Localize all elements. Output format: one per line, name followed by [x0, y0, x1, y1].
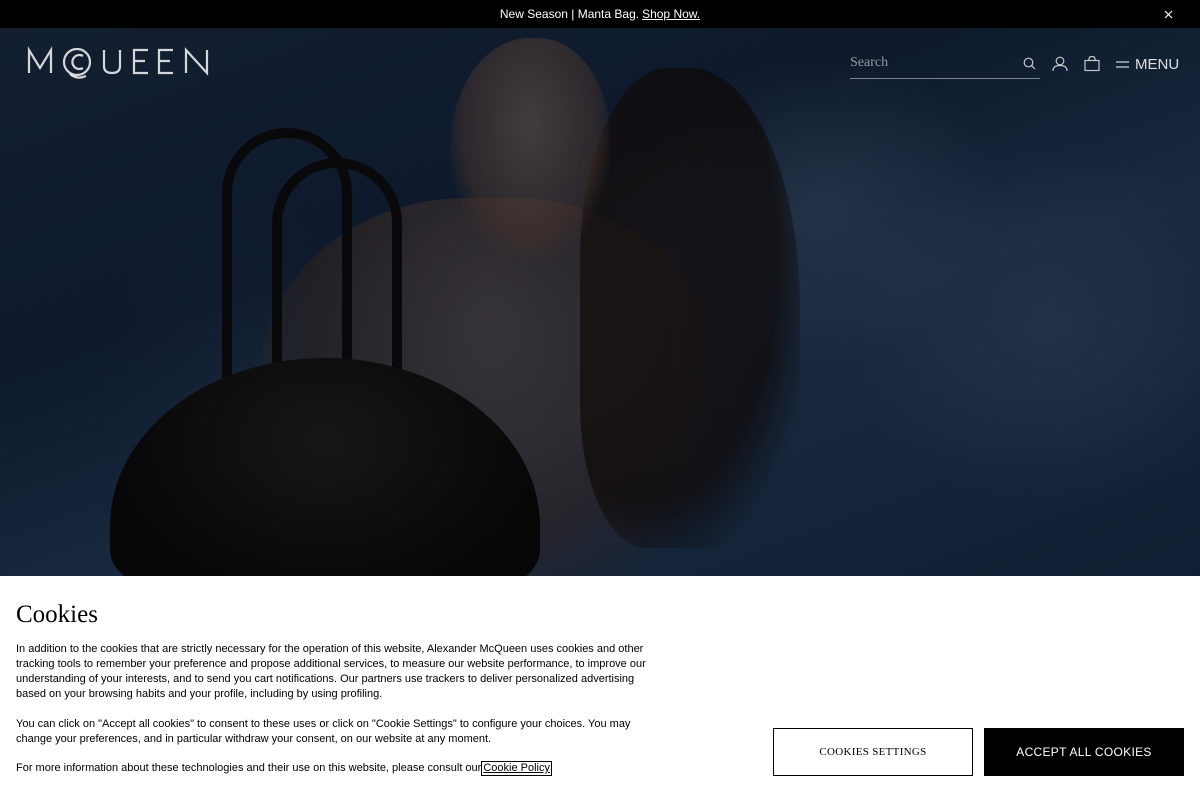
brand-logo[interactable]	[26, 46, 216, 82]
cookie-title: Cookies	[16, 601, 98, 628]
shopping-bag-icon[interactable]	[1082, 54, 1102, 74]
cookies-settings-button[interactable]: COOKIES SETTINGS	[773, 728, 973, 776]
cookie-banner: Cookies In addition to the cookies that …	[0, 576, 1200, 800]
announcement-text: New Season | Manta Bag.	[499, 7, 640, 21]
announcement-bar: New Season | Manta Bag. Shop Now.	[0, 0, 1200, 28]
overlay-shade	[0, 28, 1200, 576]
hamburger-icon	[1116, 56, 1129, 73]
cookie-paragraph-3: For more information about these technol…	[16, 761, 646, 776]
search-icon[interactable]	[1023, 57, 1036, 75]
menu-button[interactable]: MENU	[1116, 52, 1179, 76]
search-input[interactable]	[850, 52, 1015, 74]
cookie-paragraph-2: You can click on "Accept all cookies" to…	[16, 718, 631, 745]
shop-now-link[interactable]: Shop Now.	[642, 7, 700, 21]
cookie-paragraph-1: In addition to the cookies that are stri…	[16, 643, 646, 700]
cookie-info-text: For more information about these technol…	[16, 762, 482, 774]
account-icon[interactable]	[1050, 54, 1070, 74]
hero-image[interactable]	[0, 28, 1200, 576]
close-icon[interactable]	[1160, 6, 1176, 22]
menu-label: MENU	[1135, 55, 1180, 73]
search-bar[interactable]	[850, 52, 1040, 79]
accept-all-cookies-button[interactable]: ACCEPT ALL COOKIES	[984, 728, 1184, 776]
cookie-policy-link[interactable]: Cookie Policy	[481, 761, 552, 776]
